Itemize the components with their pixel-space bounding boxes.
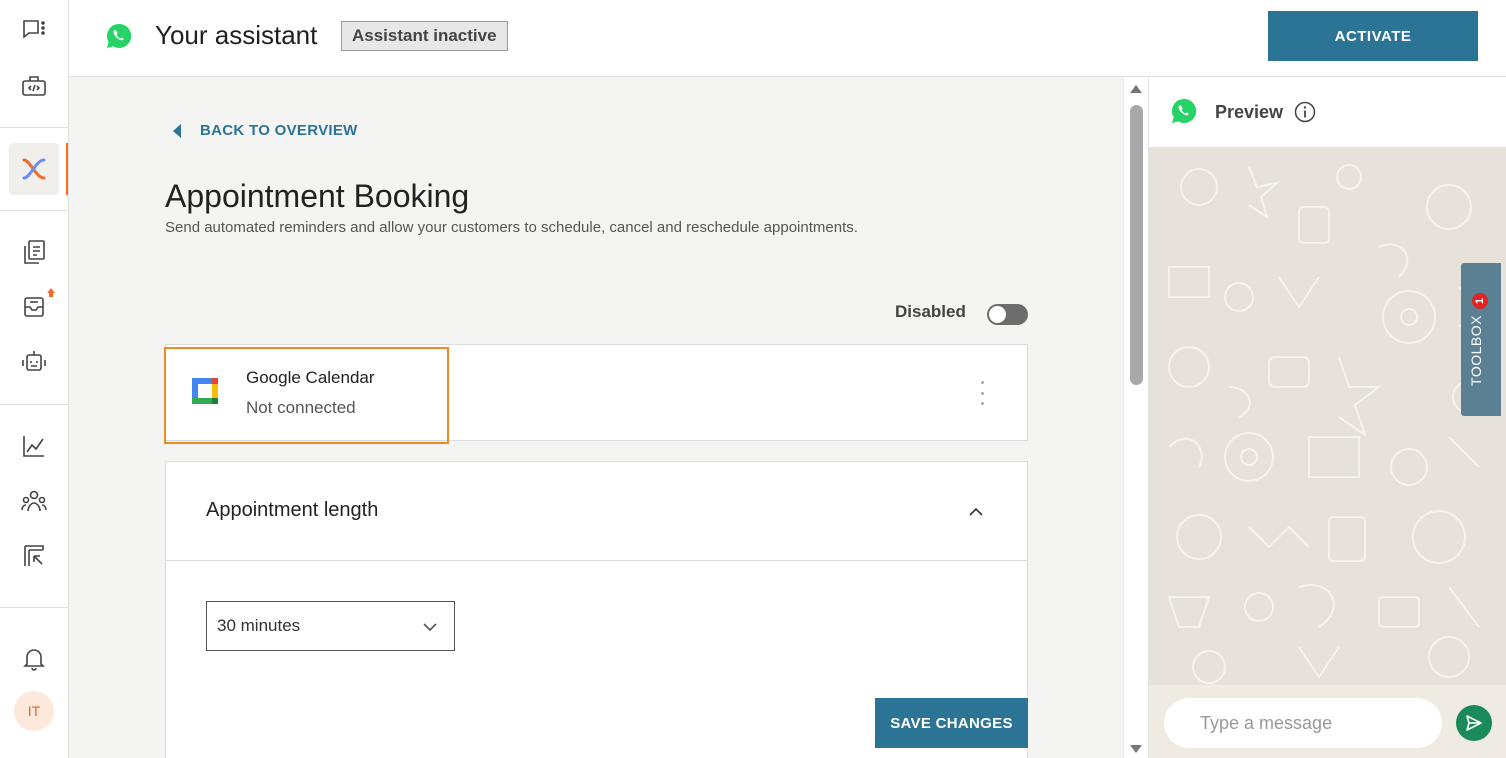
chevron-down-icon [423, 623, 437, 632]
chat-wallpaper [1149, 147, 1506, 685]
scroll-up-icon[interactable] [1130, 85, 1142, 93]
message-input[interactable] [1164, 698, 1442, 748]
info-icon[interactable] [1294, 101, 1316, 123]
toolbox-label: TOOLBOX [1468, 315, 1484, 386]
chat-input-bar [1149, 685, 1506, 758]
back-arrow-icon [173, 123, 181, 138]
chat-list-icon[interactable] [18, 14, 50, 46]
toggle-label: Disabled [895, 302, 966, 321]
activate-button[interactable]: ACTIVATE [1268, 11, 1478, 61]
code-toolbox-icon[interactable] [18, 70, 50, 102]
select-value: 30 minutes [217, 616, 301, 635]
scroll-thumb[interactable] [1130, 105, 1143, 385]
left-nav-rail: IT [0, 0, 69, 758]
send-button[interactable] [1456, 705, 1492, 741]
whatsapp-icon [1171, 98, 1197, 123]
status-badge: Assistant inactive [341, 21, 508, 51]
robot-icon[interactable] [18, 346, 50, 378]
page-title: Your assistant [155, 20, 318, 50]
collapse-chevron-icon[interactable] [968, 504, 984, 520]
documents-icon[interactable] [18, 236, 50, 268]
main-scrollbar[interactable] [1123, 77, 1148, 758]
back-to-overview-link[interactable]: BACK TO OVERVIEW [173, 122, 358, 139]
enable-toggle[interactable] [987, 304, 1028, 325]
more-options-icon[interactable] [978, 381, 986, 405]
report-icon[interactable] [18, 540, 50, 572]
toolbox-tab[interactable]: 1 TOOLBOX [1461, 263, 1501, 416]
bell-icon[interactable] [18, 642, 50, 674]
user-avatar[interactable]: IT [14, 691, 54, 731]
section-description: Send automated reminders and allow your … [165, 219, 858, 236]
preview-panel: Preview [1148, 77, 1506, 758]
preview-title: Preview [1215, 102, 1284, 122]
section-heading: Appointment Booking [165, 178, 470, 214]
line-chart-icon[interactable] [18, 430, 50, 462]
appointment-length-select[interactable]: 30 minutes [206, 601, 455, 651]
main-content: BACK TO OVERVIEW Appointment Booking Sen… [69, 77, 1123, 758]
send-icon [1466, 715, 1482, 731]
save-changes-button[interactable]: SAVE CHANGES [875, 698, 1028, 748]
wallpaper-doodles-icon [1167, 164, 1486, 684]
upload-alert-icon [47, 288, 55, 297]
brand-x-icon[interactable] [18, 153, 50, 185]
scroll-down-icon[interactable] [1130, 745, 1142, 753]
back-label: BACK TO OVERVIEW [200, 122, 358, 139]
toolbox-count-badge: 1 [1472, 293, 1488, 309]
toggle-knob [989, 306, 1006, 323]
whatsapp-icon [106, 23, 132, 48]
people-icon[interactable] [18, 485, 50, 517]
appointment-length-title: Appointment length [206, 499, 379, 521]
preview-header: Preview [1149, 77, 1506, 147]
top-header: Your assistant Assistant inactive ACTIVA… [69, 0, 1506, 77]
calendar-highlight[interactable] [164, 347, 449, 444]
